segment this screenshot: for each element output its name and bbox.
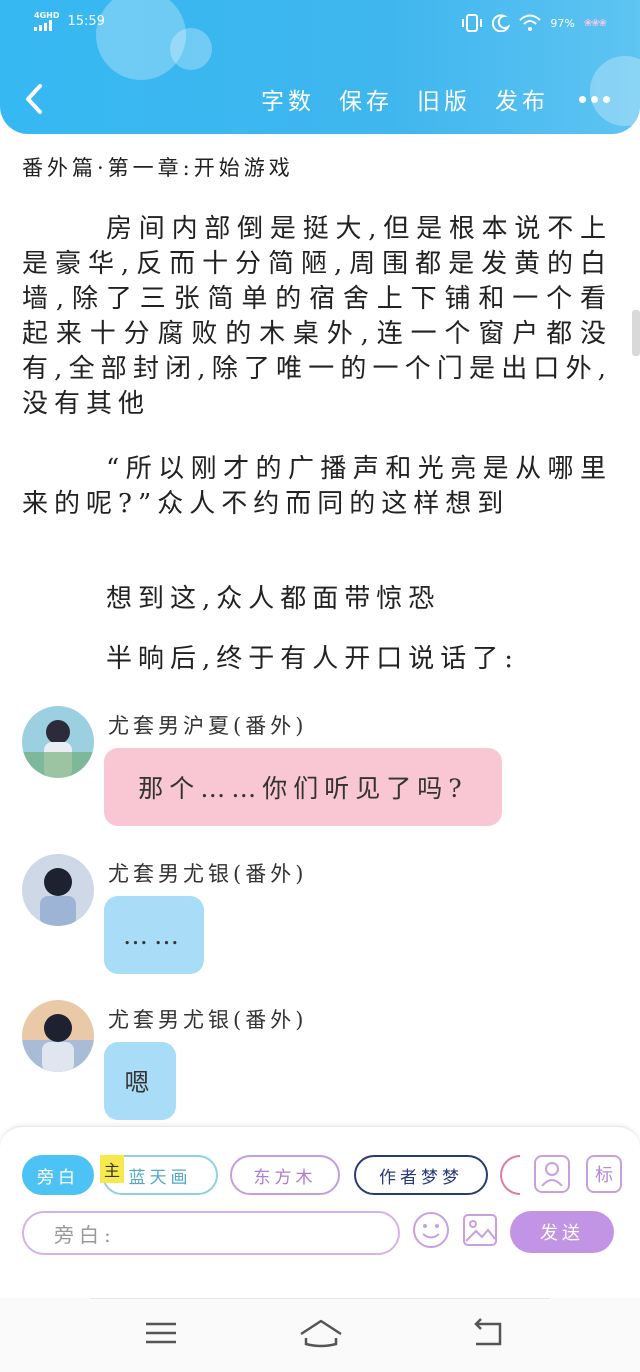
back-button[interactable] <box>20 82 50 116</box>
message-input[interactable]: 旁白: <box>22 1211 400 1255</box>
chat-message: 尤套男沪夏(番外) 那个……你们听见了吗? <box>22 706 622 826</box>
avatar[interactable] <box>22 706 94 778</box>
network-label: 4GHD <box>34 11 60 20</box>
message-bubble[interactable]: 嗯 <box>104 1042 176 1120</box>
mark-button[interactable]: 标 <box>586 1155 622 1193</box>
message-bubble[interactable]: 那个……你们听见了吗? <box>104 748 502 826</box>
chapter-content: 番外篇·第一章:开始游戏 <box>22 152 612 182</box>
role-chip-more[interactable] <box>500 1155 520 1195</box>
save-button[interactable]: 保存 <box>339 82 393 116</box>
vibrate-icon <box>462 14 483 32</box>
paragraph: 半晌后,终于有人开口说话了: <box>106 644 520 674</box>
word-count-button[interactable]: 字数 <box>261 82 315 116</box>
main-role-tag: 主 <box>100 1155 124 1183</box>
more-options-icon[interactable] <box>579 95 610 103</box>
toolbar-actions: 字数 保存 旧版 发布 <box>261 82 610 116</box>
chapter-title: 番外篇·第一章:开始游戏 <box>22 156 294 180</box>
chat-message: 尤套男尤银(番外) …… <box>22 854 622 974</box>
role-selector: 旁白 主 蓝天画 东方木 作者梦梦 标 <box>22 1155 622 1195</box>
paragraph: 想到这,众人都面带惊恐 <box>106 584 441 614</box>
divider <box>90 1298 550 1299</box>
wifi-icon <box>519 14 542 31</box>
chevron-left-icon <box>26 84 42 114</box>
message-sender: 尤套男沪夏(番外) <box>108 714 308 738</box>
system-nav-bar <box>0 1298 640 1372</box>
carrier-label: ❀❀❀ <box>583 17 607 29</box>
input-panel: 旁白 主 蓝天画 东方木 作者梦梦 标 旁白: 发送 <box>0 1126 640 1298</box>
smile-icon <box>413 1212 449 1248</box>
role-chip-narrator[interactable]: 旁白 <box>22 1155 94 1195</box>
status-bar: 4GHD 15:59 97% ❀❀❀ <box>0 0 640 50</box>
publish-button[interactable]: 发布 <box>495 82 549 116</box>
avatar[interactable] <box>22 1000 94 1072</box>
paragraph: 房间内部倒是挺大,但是根本说不上是豪华,反而十分简陋,周围都是发黄的白墙,除了三… <box>22 214 612 419</box>
role-chip-author[interactable]: 作者梦梦 <box>354 1155 488 1195</box>
return-icon <box>474 1318 502 1346</box>
back-nav-button[interactable] <box>470 1318 506 1352</box>
paragraph: “所以刚才的广播声和光亮是从哪里来的呢?”众人不约而同的这样想到 <box>22 454 612 519</box>
image-button[interactable] <box>462 1213 498 1247</box>
message-sender: 尤套男尤银(番外) <box>108 1008 308 1032</box>
character-manage-button[interactable] <box>534 1155 570 1193</box>
emoji-button[interactable] <box>412 1211 450 1249</box>
role-chip-dongfang[interactable]: 东方木 <box>230 1155 340 1195</box>
image-icon <box>463 1214 497 1246</box>
avatar[interactable] <box>22 854 94 926</box>
home-nav-button[interactable] <box>298 1318 344 1352</box>
home-icon <box>300 1319 342 1348</box>
status-time: 15:59 <box>67 14 105 29</box>
menu-icon <box>146 1322 176 1344</box>
battery-level: 97% <box>550 16 575 30</box>
scrollbar[interactable] <box>632 310 640 356</box>
message-sender: 尤套男尤银(番外) <box>108 862 308 886</box>
menu-nav-button[interactable] <box>144 1318 178 1352</box>
moon-icon <box>492 14 511 32</box>
signal-icon <box>34 20 52 31</box>
message-bubble[interactable]: …… <box>104 896 204 974</box>
old-version-button[interactable]: 旧版 <box>417 82 471 116</box>
person-icon <box>541 1162 563 1187</box>
chat-message: 尤套男尤银(番外) 嗯 <box>22 1000 622 1120</box>
send-button[interactable]: 发送 <box>510 1211 614 1253</box>
app-header: 4GHD 15:59 97% ❀❀❀ 字数 保存 旧版 发布 <box>0 0 640 134</box>
